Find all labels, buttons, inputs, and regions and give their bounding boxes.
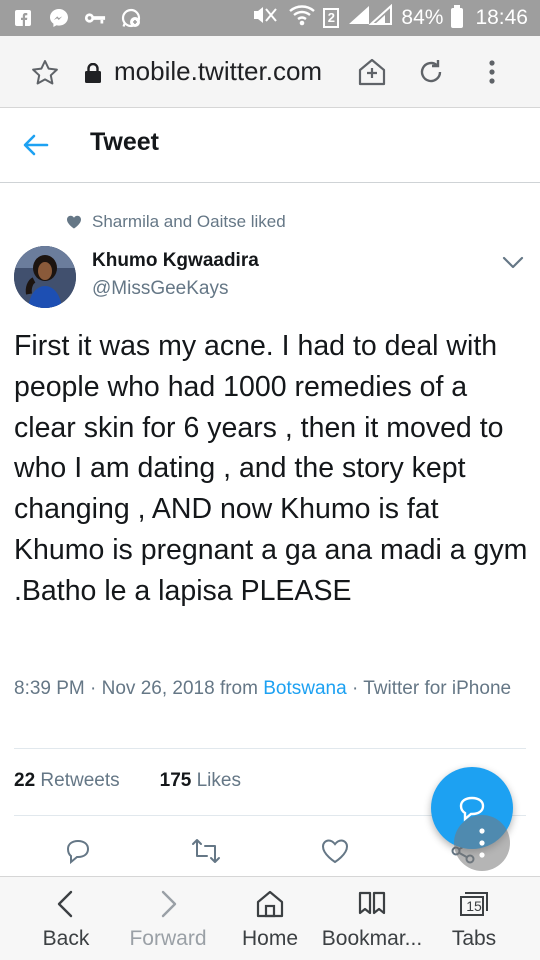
battery-percent: 84%: [401, 6, 444, 29]
chevron-right-icon: [153, 889, 183, 919]
retweet-icon[interactable]: [190, 836, 220, 866]
bookmarks-icon: [357, 889, 387, 919]
nav-back[interactable]: Back: [12, 877, 120, 960]
vpn-key-icon: [84, 8, 106, 28]
menu-icon[interactable]: [480, 56, 504, 88]
likes-count: 175: [159, 770, 192, 791]
tweet-source: · Twitter for iPhone: [346, 678, 512, 699]
likes-label: Likes: [196, 770, 241, 791]
floating-overlay-button[interactable]: [454, 815, 510, 871]
reply-icon[interactable]: [63, 836, 93, 866]
browser-toolbar: mobile.twitter.com: [0, 36, 540, 108]
author-handle[interactable]: @MissGeeKays: [92, 278, 229, 300]
reload-icon[interactable]: [415, 56, 447, 88]
signal-icon: [347, 3, 393, 32]
sim-slot-badge: 2: [323, 8, 340, 28]
chevron-left-icon: [51, 889, 81, 919]
nav-tabs[interactable]: 15 Tabs: [420, 877, 528, 960]
nav-home[interactable]: Home: [216, 877, 324, 960]
messenger-icon: [48, 8, 70, 28]
notification-icons: [12, 6, 142, 30]
vertical-dots-icon: [479, 827, 485, 859]
divider: [14, 748, 526, 749]
tweet-meta: 8:39 PM · Nov 26, 2018 from Botswana · T…: [14, 675, 514, 702]
address-bar-url[interactable]: mobile.twitter.com: [114, 56, 322, 87]
chevron-down-icon[interactable]: [502, 254, 524, 270]
facebook-icon: [12, 8, 34, 28]
back-arrow-icon[interactable]: [22, 131, 50, 159]
home-add-icon[interactable]: [356, 56, 388, 88]
heart-icon: [66, 214, 82, 230]
nav-tabs-label: Tabs: [451, 927, 497, 950]
avatar[interactable]: [14, 246, 76, 308]
location-link[interactable]: Botswana: [263, 678, 346, 699]
star-icon[interactable]: [30, 58, 60, 88]
mute-icon: [251, 5, 281, 31]
status-bar: 2 84% 18:46: [0, 0, 540, 36]
like-icon[interactable]: [320, 836, 350, 866]
nav-home-label: Home: [241, 927, 299, 950]
nav-forward-label: Forward: [129, 927, 207, 950]
nav-back-label: Back: [42, 927, 90, 950]
clock: 18:46: [475, 6, 528, 29]
author-name[interactable]: Khumo Kgwaadira: [92, 250, 259, 272]
likes-stat[interactable]: 175 Likes: [160, 770, 241, 792]
tweet-text: First it was my acne. I had to deal with…: [14, 330, 528, 607]
tabs-count: 15: [466, 898, 482, 914]
page-title: Tweet: [90, 128, 159, 156]
lock-icon: [84, 62, 102, 83]
liked-by-text[interactable]: Sharmila and Oaitse liked: [92, 212, 286, 232]
retweets-stat[interactable]: 22 Retweets: [14, 770, 120, 792]
system-indicators: 2 84% 18:46: [251, 3, 528, 32]
nav-bookmarks-label: Bookmar...: [321, 927, 423, 950]
browser-bottom-nav: Back Forward Home Bookmar... 15 Tabs: [0, 876, 540, 960]
wifi-icon: [289, 4, 316, 32]
page-header: Tweet: [0, 108, 540, 183]
nav-forward[interactable]: Forward: [114, 877, 222, 960]
home-icon: [255, 889, 285, 919]
nav-bookmarks[interactable]: Bookmar...: [318, 877, 426, 960]
retweets-count: 22: [14, 770, 36, 791]
tabs-icon: 15: [459, 889, 489, 919]
social-context: Sharmila and Oaitse liked: [66, 212, 286, 232]
tweet-timestamp: 8:39 PM · Nov 26, 2018 from: [14, 678, 264, 699]
tweet-stats: 22 Retweets 175 Likes: [14, 770, 241, 792]
retweets-label: Retweets: [40, 770, 120, 791]
whatsapp-icon: [120, 8, 142, 28]
battery-icon: [451, 5, 464, 28]
